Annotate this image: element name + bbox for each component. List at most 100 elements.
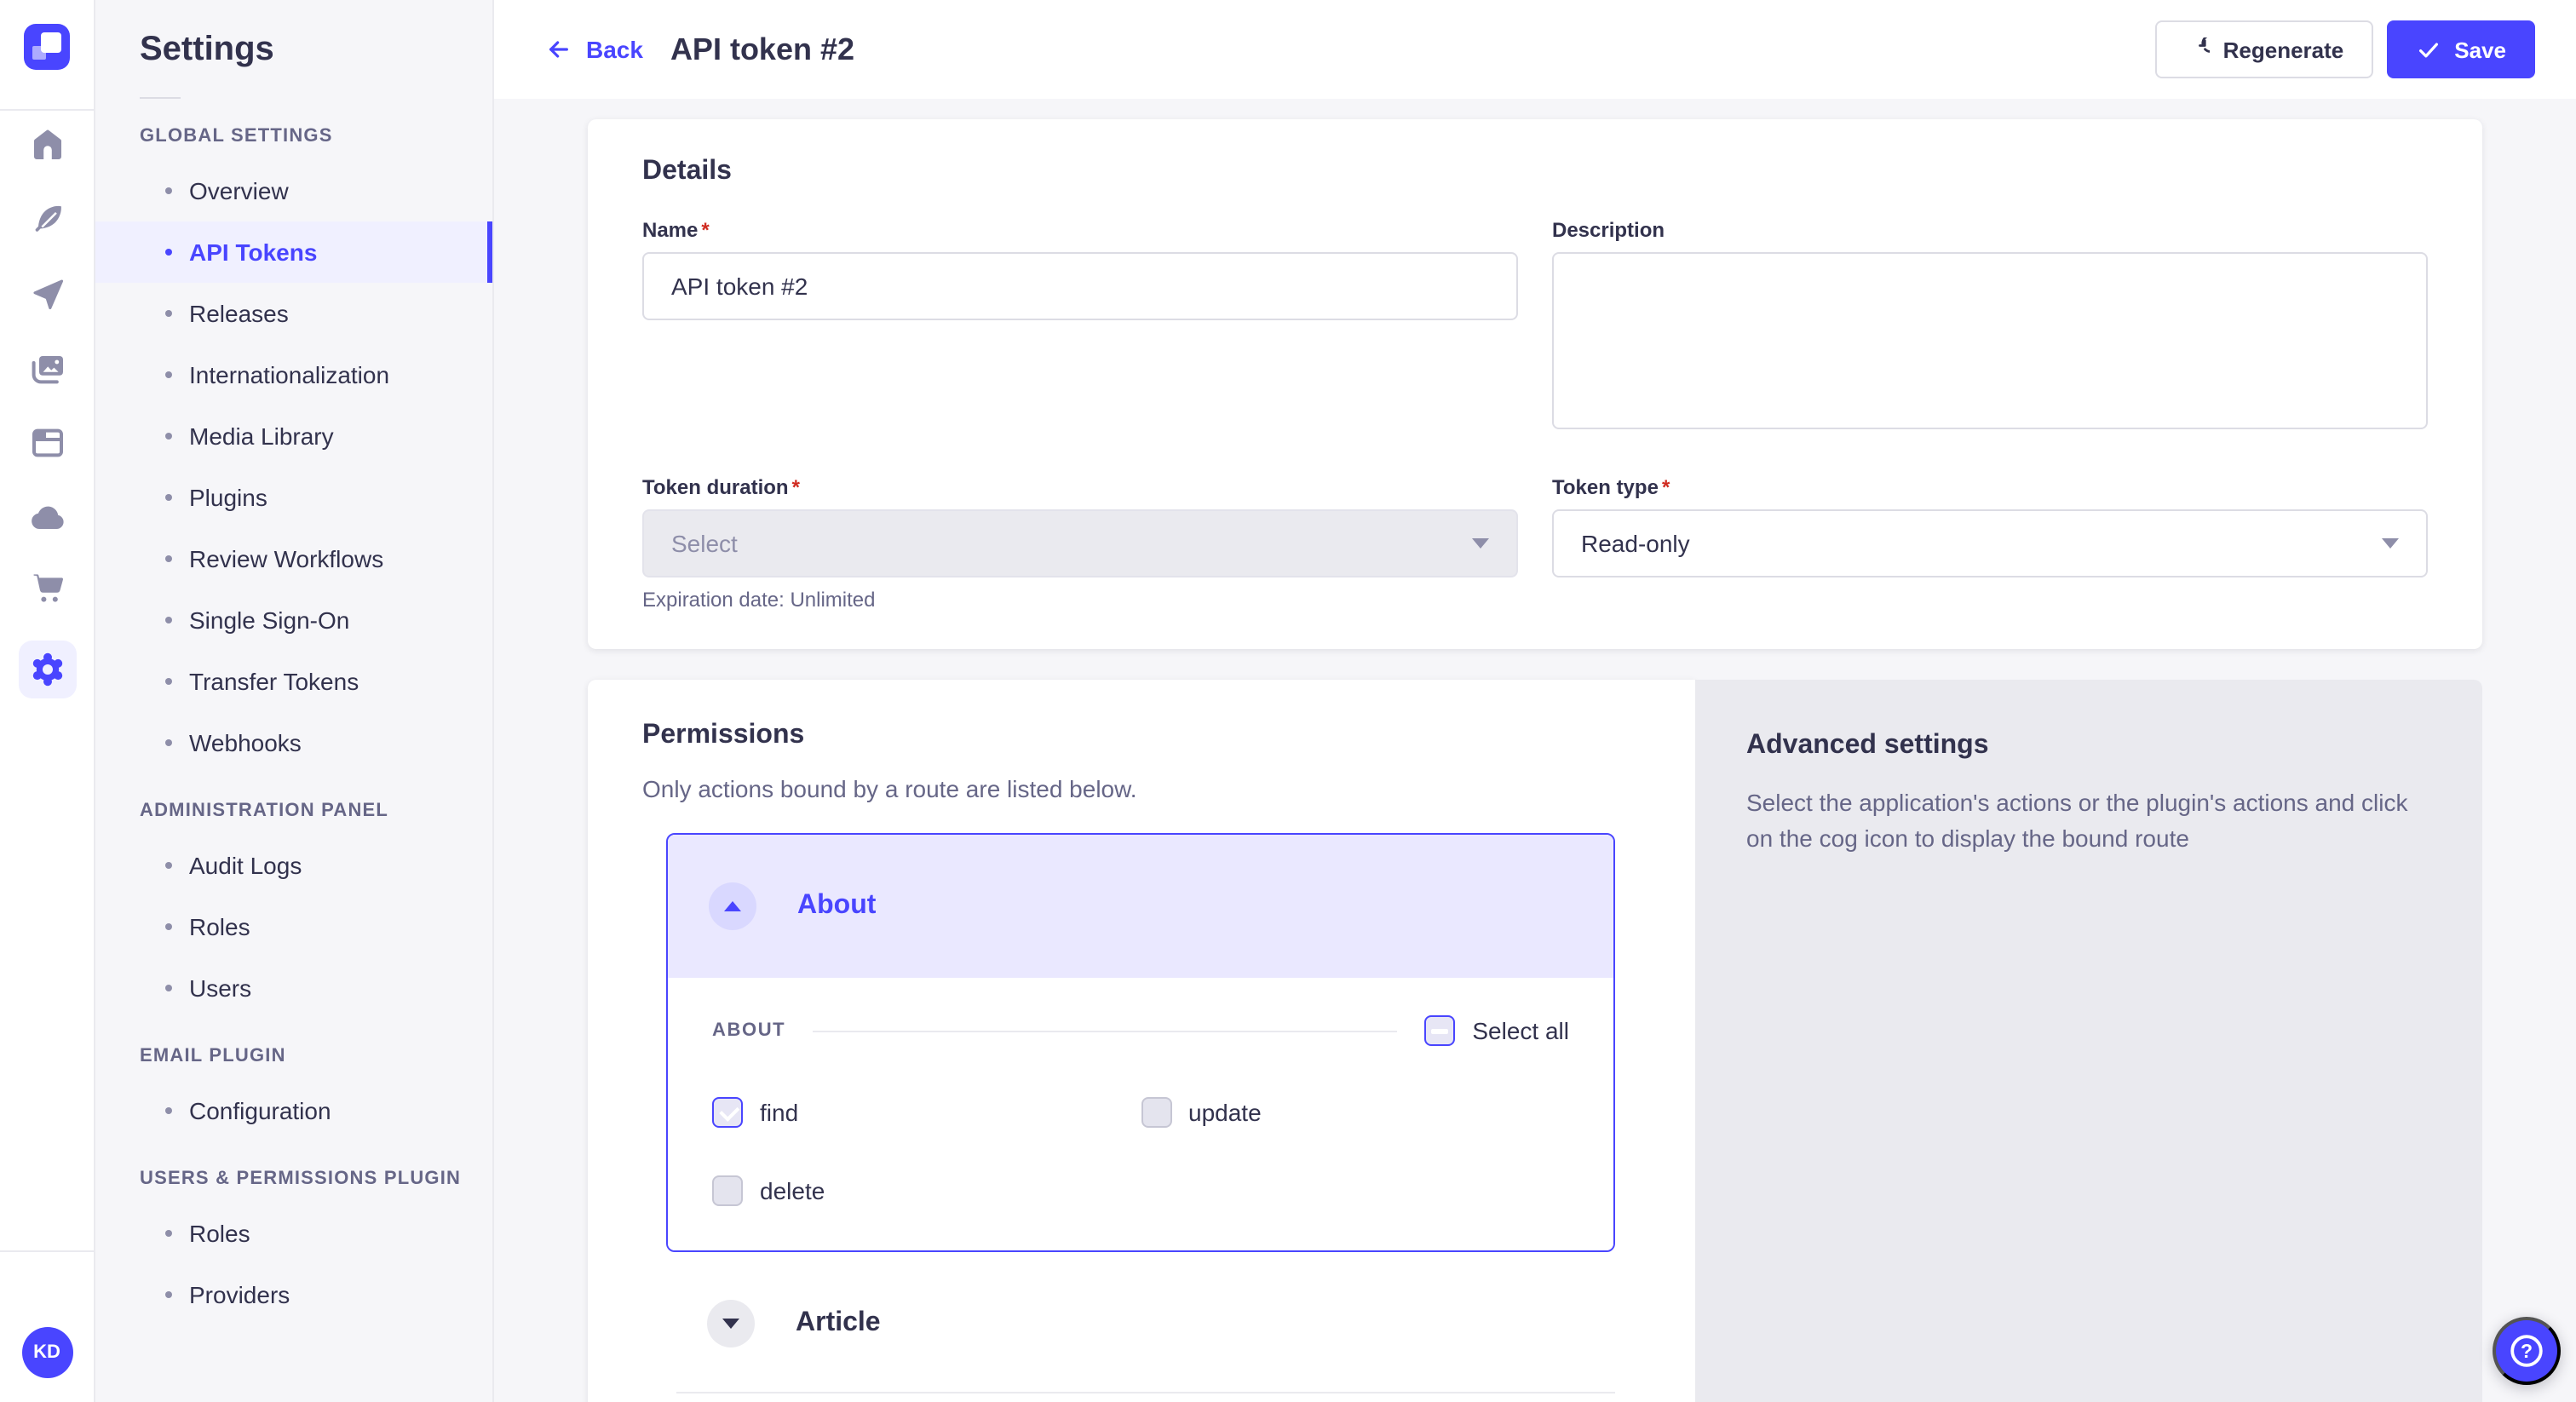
sidebar-section-email-plugin: EMAIL PLUGIN Configuration bbox=[95, 1046, 492, 1141]
header-actions: Regenerate Save bbox=[2155, 20, 2535, 78]
details-card: Details Name* Description Token duration… bbox=[588, 119, 2482, 649]
accordion-about-header[interactable]: About bbox=[668, 835, 1613, 978]
bullet-icon bbox=[165, 862, 172, 869]
sidebar-section-label: EMAIL PLUGIN bbox=[95, 1046, 492, 1066]
sidebar-item-roles[interactable]: Roles bbox=[95, 896, 492, 957]
sidebar-section-label: USERS & PERMISSIONS PLUGIN bbox=[95, 1169, 492, 1189]
strapi-logo[interactable] bbox=[24, 24, 70, 70]
check-icon bbox=[2415, 37, 2441, 62]
find-checkbox[interactable] bbox=[712, 1097, 743, 1128]
token-type-label: Token type* bbox=[1552, 475, 2428, 499]
sidebar-item-up-roles[interactable]: Roles bbox=[95, 1203, 492, 1264]
chevron-down-icon bbox=[1472, 538, 1489, 549]
expiration-helper-text: Expiration date: Unlimited bbox=[642, 588, 1518, 612]
regenerate-button[interactable]: Regenerate bbox=[2155, 20, 2373, 78]
back-link[interactable]: Back bbox=[545, 36, 643, 63]
delete-checkbox[interactable] bbox=[712, 1175, 743, 1206]
action-update[interactable]: update bbox=[1141, 1097, 1569, 1128]
sidebar-item-review-workflows[interactable]: Review Workflows bbox=[95, 528, 492, 589]
bullet-icon bbox=[165, 433, 172, 440]
sidebar-section-users-permissions: USERS & PERMISSIONS PLUGIN Roles Provide… bbox=[95, 1169, 492, 1325]
accordion-about-body: ABOUT Select all find bbox=[668, 978, 1613, 1250]
sidebar-section-label: ADMINISTRATION PANEL bbox=[95, 801, 492, 821]
sidebar-item-internationalization[interactable]: Internationalization bbox=[95, 344, 492, 405]
required-mark: * bbox=[1662, 475, 1670, 499]
bullet-icon bbox=[165, 617, 172, 623]
expand-toggle-button[interactable] bbox=[707, 1300, 755, 1347]
action-find[interactable]: find bbox=[712, 1097, 1141, 1128]
description-textarea[interactable] bbox=[1552, 252, 2428, 429]
sidebar-item-single-sign-on[interactable]: Single Sign-On bbox=[95, 589, 492, 651]
bullet-icon bbox=[165, 494, 172, 501]
token-duration-field-group: Token duration* Select Expiration date: … bbox=[642, 475, 1518, 612]
bullet-icon bbox=[165, 1107, 172, 1114]
question-mark-icon: ? bbox=[2506, 1330, 2547, 1371]
bullet-icon bbox=[165, 1291, 172, 1298]
sidebar-item-releases[interactable]: Releases bbox=[95, 283, 492, 344]
bullet-icon bbox=[165, 678, 172, 685]
strapi-admin-app: KD Settings GLOBAL SETTINGS Overview API… bbox=[0, 0, 2576, 1402]
select-all-checkbox[interactable] bbox=[1424, 1015, 1455, 1046]
page-content: Details Name* Description Token duration… bbox=[494, 99, 2576, 1402]
send-icon[interactable] bbox=[26, 274, 67, 315]
update-checkbox[interactable] bbox=[1141, 1097, 1171, 1128]
sidebar-item-configuration[interactable]: Configuration bbox=[95, 1080, 492, 1141]
save-button[interactable]: Save bbox=[2386, 20, 2535, 78]
token-type-select[interactable]: Read-only bbox=[1552, 509, 2428, 577]
sidebar-section-global: GLOBAL SETTINGS Overview API Tokens Rele… bbox=[95, 126, 492, 773]
bullet-icon bbox=[165, 923, 172, 930]
sidebar-section-label: GLOBAL SETTINGS bbox=[95, 126, 492, 147]
rail-bottom-divider bbox=[0, 1250, 94, 1252]
advanced-settings-panel: Advanced settings Select the application… bbox=[1695, 680, 2482, 1402]
sidebar-item-api-tokens[interactable]: API Tokens bbox=[95, 221, 492, 283]
chevron-down-icon bbox=[2382, 538, 2399, 549]
details-form: Name* Description Token duration* Select bbox=[642, 218, 2428, 612]
sidebar-item-overview[interactable]: Overview bbox=[95, 160, 492, 221]
sidebar-item-plugins[interactable]: Plugins bbox=[95, 467, 492, 528]
collapse-toggle-button[interactable] bbox=[709, 882, 756, 930]
sidebar-item-audit-logs[interactable]: Audit Logs bbox=[95, 835, 492, 896]
name-label: Name* bbox=[642, 218, 1518, 242]
token-duration-select[interactable]: Select bbox=[642, 509, 1518, 577]
sidebar-item-media-library[interactable]: Media Library bbox=[95, 405, 492, 467]
settings-nav-active-tile[interactable] bbox=[18, 641, 76, 698]
main-nav-rail: KD bbox=[0, 0, 95, 1402]
sidebar-item-users[interactable]: Users bbox=[95, 957, 492, 1019]
permissions-subtitle: Only actions bound by a route are listed… bbox=[642, 775, 1641, 802]
sidebar-item-transfer-tokens[interactable]: Transfer Tokens bbox=[95, 651, 492, 712]
delete-label: delete bbox=[760, 1177, 825, 1204]
action-delete[interactable]: delete bbox=[712, 1175, 1141, 1206]
permissions-section: Permissions Only actions bound by a rout… bbox=[588, 680, 2482, 1402]
name-input[interactable] bbox=[642, 252, 1518, 320]
arrow-left-icon bbox=[545, 36, 572, 63]
home-icon[interactable] bbox=[26, 124, 67, 165]
subsection-divider bbox=[813, 1030, 1397, 1031]
details-title: Details bbox=[642, 157, 2428, 187]
bullet-icon bbox=[165, 739, 172, 746]
images-icon[interactable] bbox=[26, 349, 67, 390]
feather-icon[interactable] bbox=[26, 199, 67, 240]
select-all-control[interactable]: Select all bbox=[1424, 1015, 1569, 1046]
layout-icon[interactable] bbox=[26, 422, 67, 463]
sidebar-item-providers[interactable]: Providers bbox=[95, 1264, 492, 1325]
permissions-card: Permissions Only actions bound by a rout… bbox=[588, 680, 1695, 1402]
name-field-group: Name* bbox=[642, 218, 1518, 320]
sidebar-item-webhooks[interactable]: Webhooks bbox=[95, 712, 492, 773]
token-type-value: Read-only bbox=[1581, 530, 1690, 557]
permissions-title: Permissions bbox=[642, 721, 1641, 751]
strapi-logo-shape-light bbox=[32, 46, 46, 60]
user-avatar[interactable]: KD bbox=[21, 1327, 72, 1378]
bullet-icon bbox=[165, 187, 172, 194]
bullet-icon bbox=[165, 555, 172, 562]
accordion-article-header[interactable]: Article bbox=[666, 1269, 1615, 1378]
sidebar-title: Settings bbox=[95, 31, 492, 70]
description-label: Description bbox=[1552, 218, 2428, 242]
chevron-up-icon bbox=[724, 901, 741, 911]
cloud-icon[interactable] bbox=[26, 497, 67, 538]
select-all-label: Select all bbox=[1472, 1017, 1569, 1044]
main-area: Back API token #2 Regenerate Save Detail… bbox=[494, 0, 2576, 1402]
help-button[interactable]: ? bbox=[2493, 1317, 2561, 1385]
cart-icon[interactable] bbox=[26, 567, 67, 608]
refresh-icon bbox=[2184, 37, 2210, 62]
find-label: find bbox=[760, 1099, 798, 1126]
